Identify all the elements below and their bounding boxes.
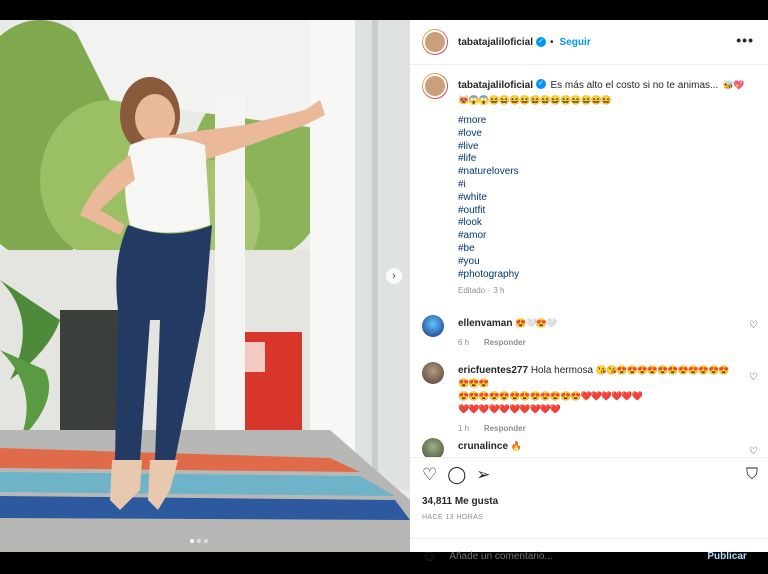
edited-label: Editado — [458, 286, 486, 296]
carousel-dot — [204, 539, 208, 543]
comment-composer: ☺ Publicar — [410, 538, 768, 574]
hashtag-link[interactable]: #live — [458, 141, 519, 154]
post-photo[interactable]: › — [0, 20, 410, 552]
hashtag-link[interactable]: #white — [458, 192, 519, 205]
post-side-panel: tabatajaliloficial ✓ • Seguir ••• tabata… — [410, 20, 768, 565]
comment-emojis-line: 😍😍😍😍😍😍😍😍😍😍😍😍❤️❤️❤️❤️❤️❤️ — [458, 391, 643, 401]
caption-timestamp: 3 h — [493, 286, 505, 296]
comment-emojis-line: ❤️❤️❤️❤️❤️❤️❤️❤️❤️❤️ — [458, 404, 561, 414]
caption-avatar[interactable] — [422, 73, 448, 99]
commenter-avatar[interactable] — [422, 438, 444, 457]
comment-timestamp: 6 h — [458, 338, 470, 347]
caption-emojis-line: 😻😱😱😆😆😆😆😆😆😆😆😆😆😆😆 — [458, 95, 612, 105]
hashtag-link[interactable]: #amor — [458, 230, 519, 243]
comment-text: 😍🤍😍🤍 — [515, 318, 557, 328]
emoji-picker-icon[interactable]: ☺ — [422, 548, 437, 565]
commenter-avatar[interactable] — [422, 315, 444, 337]
post-actions: ♡ ◯ ➢ ⛉ 34,811 Me gusta HACE 13 HORAS ☺ … — [410, 457, 768, 565]
comment-like-heart-icon[interactable]: ♡ — [749, 372, 758, 383]
post-header: tabatajaliloficial ✓ • Seguir ••• — [410, 20, 768, 65]
carousel-dot — [190, 539, 194, 543]
caption-text: Es más alto el costo si no te animas... — [550, 80, 719, 91]
commenter-username[interactable]: crunalince — [458, 441, 508, 452]
carousel-dot — [197, 539, 201, 543]
hashtag-link[interactable]: #love — [458, 128, 519, 141]
more-options-icon[interactable]: ••• — [736, 32, 754, 48]
comment-like-heart-icon[interactable]: ♡ — [749, 320, 758, 331]
verified-badge-icon: ✓ — [536, 78, 547, 89]
post-modal: › tabatajaliloficial ✓ • Seguir ••• taba… — [0, 20, 768, 565]
hashtag-list: #more #love #live #life #naturelovers #i… — [458, 115, 520, 296]
comments-scroll-area[interactable]: tabatajaliloficial ✓ Es más alto el costo… — [410, 65, 768, 457]
hashtag-link[interactable]: #naturelovers — [458, 166, 519, 179]
commenter-avatar[interactable] — [422, 362, 444, 384]
hashtag-link[interactable]: #you — [458, 256, 519, 269]
commenter-username[interactable]: ellenvaman — [458, 318, 512, 329]
comment-text: 🔥 — [510, 441, 522, 451]
post-timestamp: HACE 13 HORAS — [422, 514, 484, 521]
comment-timestamp: 1 h — [458, 424, 470, 433]
reply-button[interactable]: Responder — [484, 424, 526, 433]
carousel-next-button[interactable]: › — [386, 268, 402, 284]
author-username[interactable]: tabatajaliloficial — [458, 37, 533, 48]
comment-bubble-icon[interactable]: ◯ — [447, 466, 466, 484]
carousel-indicator — [190, 539, 208, 543]
caption-username[interactable]: tabatajaliloficial — [458, 80, 533, 91]
hashtag-link[interactable]: #be — [458, 243, 519, 256]
commenter-username[interactable]: ericfuentes277 — [458, 365, 528, 376]
hashtag-link[interactable]: #life — [458, 153, 519, 166]
hashtag-link[interactable]: #outfit — [458, 205, 519, 218]
reply-button[interactable]: Responder — [484, 338, 526, 347]
verified-badge-icon: ✓ — [536, 37, 547, 47]
caption-emojis: 🐝💖 — [722, 80, 744, 90]
photo-illustration — [0, 20, 410, 552]
post-comment-button[interactable]: Publicar — [707, 551, 746, 562]
author-avatar[interactable] — [422, 29, 448, 55]
hashtag-link[interactable]: #more — [458, 115, 519, 128]
share-paper-plane-icon[interactable]: ➢ — [476, 466, 490, 484]
hashtag-link[interactable]: #photography — [458, 269, 519, 282]
follow-button[interactable]: Seguir — [560, 37, 591, 48]
save-bookmark-icon[interactable]: ⛉ — [746, 466, 758, 484]
chevron-right-icon: › — [392, 270, 396, 282]
comment-like-heart-icon[interactable]: ♡ — [749, 446, 758, 457]
hashtag-link[interactable]: #i — [458, 179, 519, 192]
like-heart-icon[interactable]: ♡ — [422, 466, 437, 484]
like-count[interactable]: 34,811 Me gusta — [422, 496, 498, 507]
hashtag-link[interactable]: #look — [458, 217, 519, 230]
comment-text: Hola hermosa — [530, 365, 594, 376]
